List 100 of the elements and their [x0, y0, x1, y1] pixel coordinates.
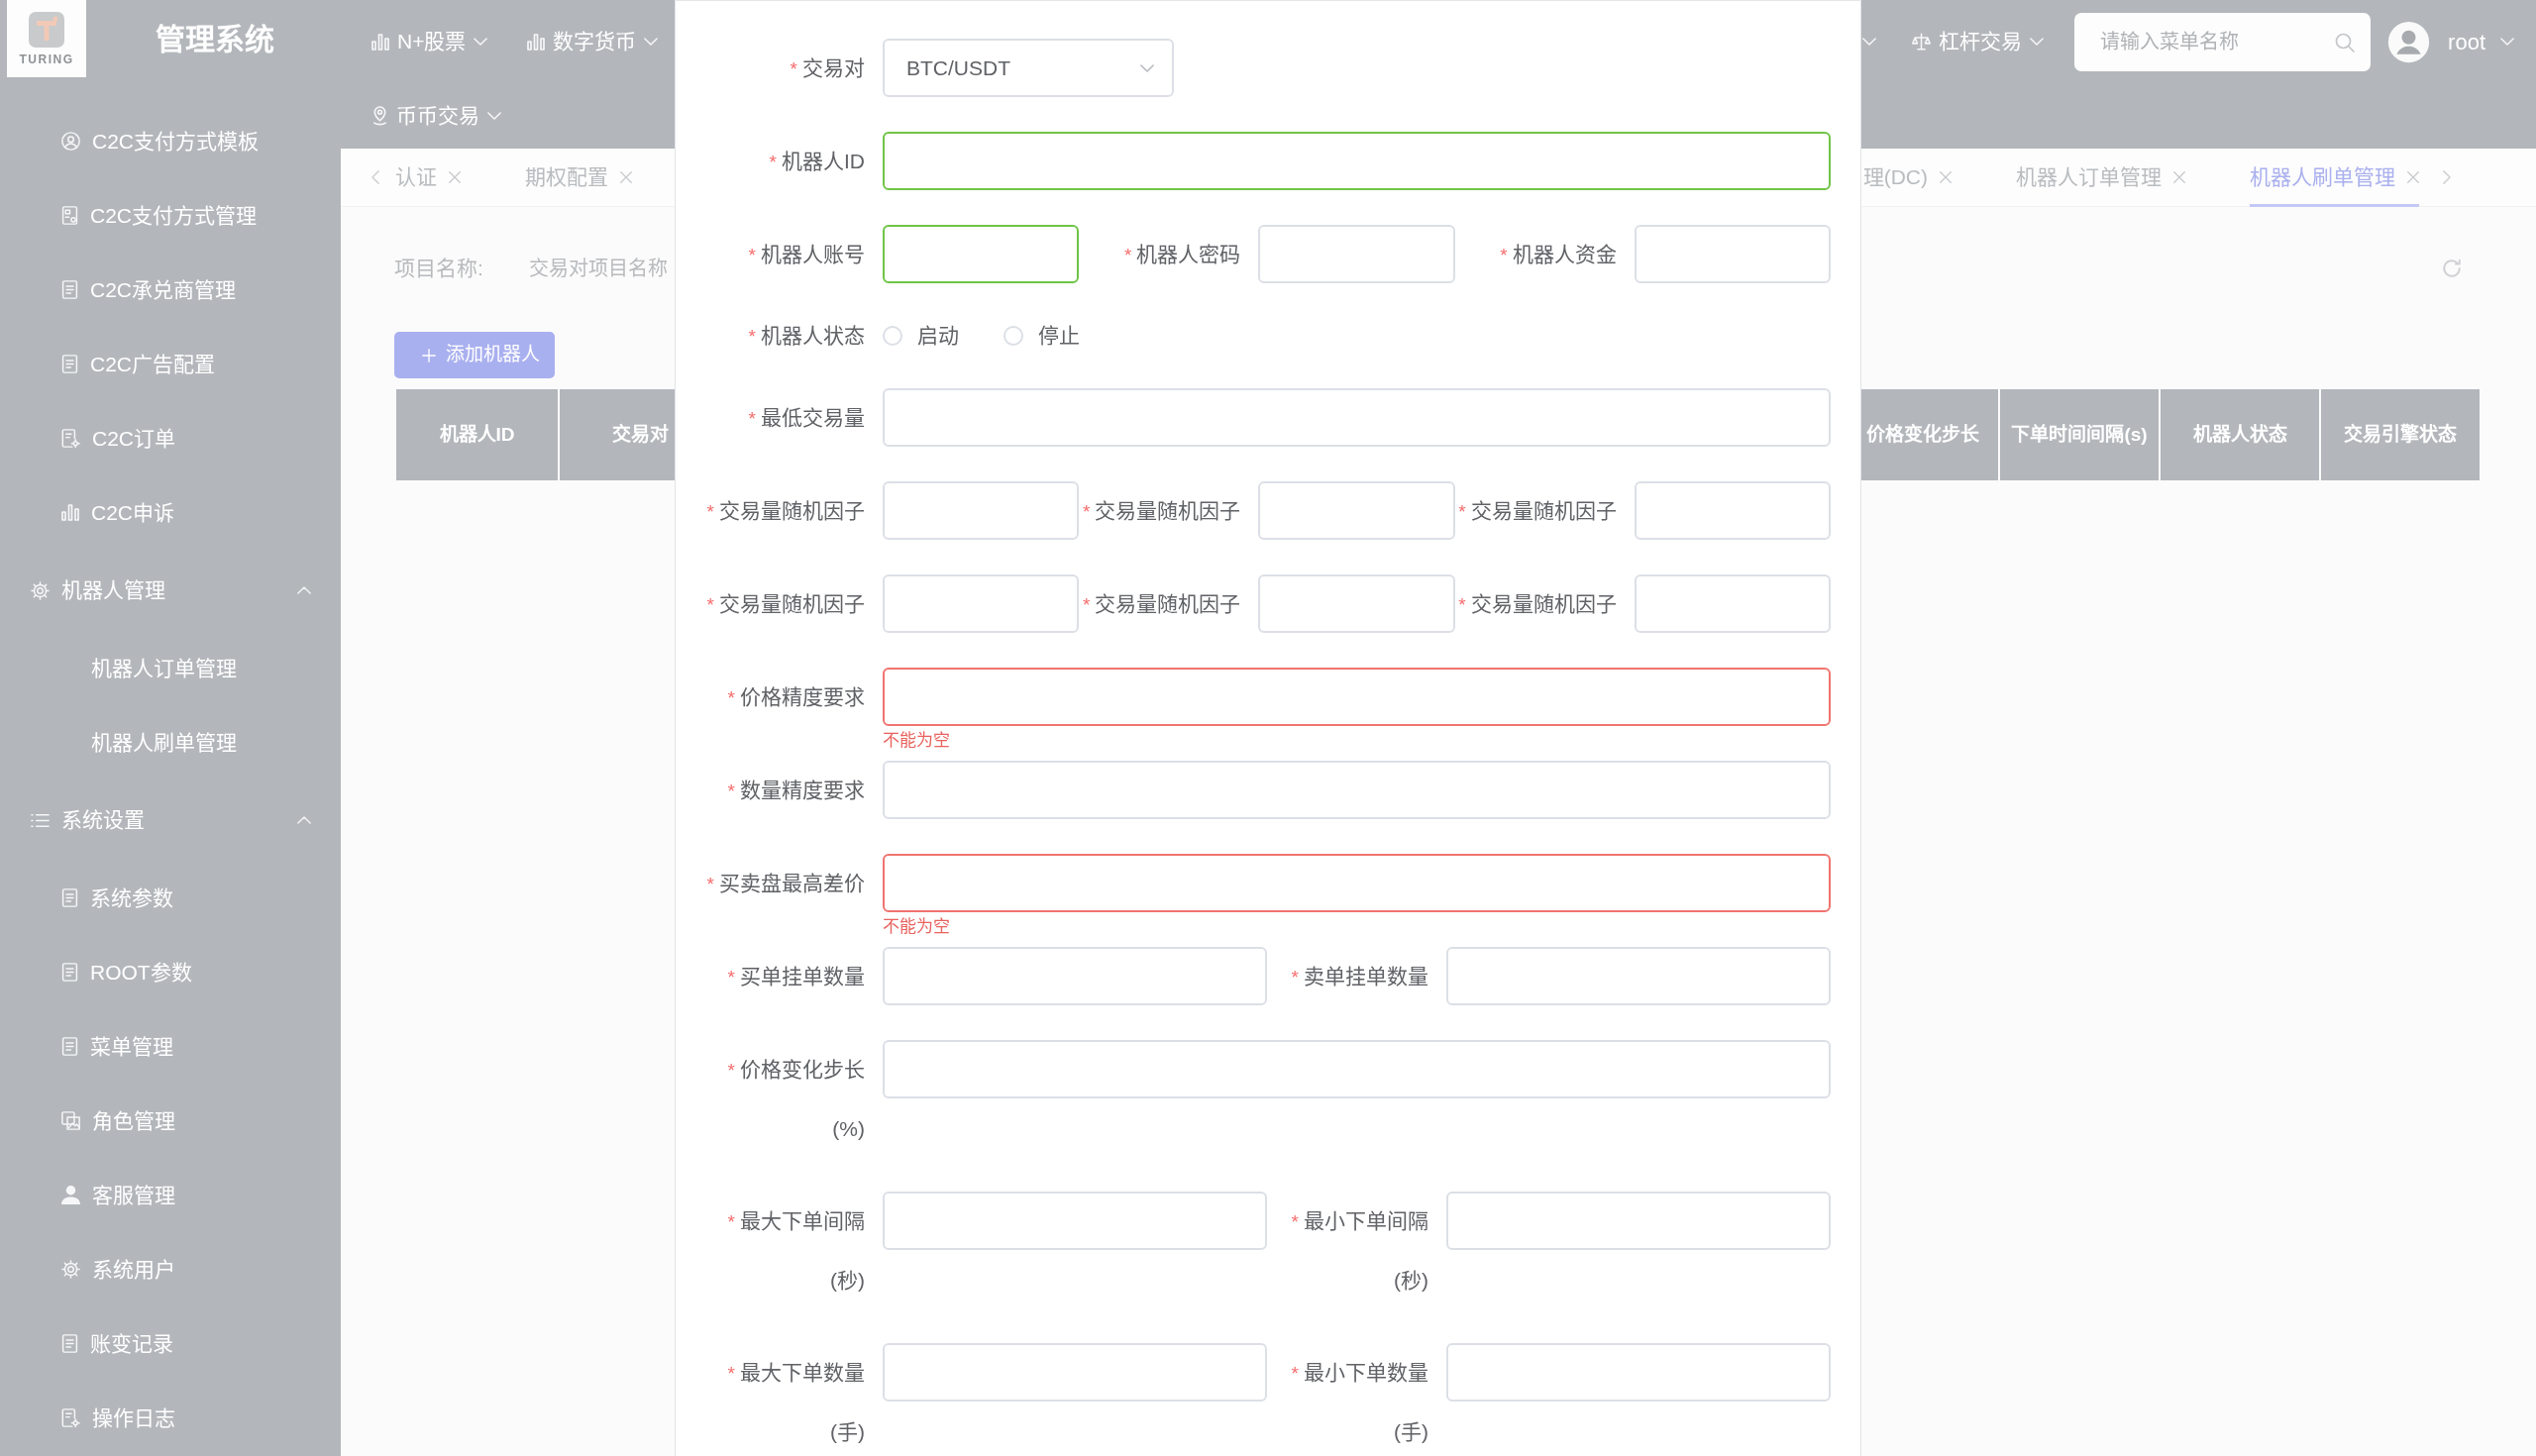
- column-header: 价格变化步长: [1860, 389, 1998, 480]
- chevron-up-icon: [297, 586, 311, 594]
- scale-icon: [1912, 32, 1932, 52]
- plus-icon: [422, 348, 436, 363]
- sidebar-item[interactable]: C2C订单: [0, 401, 341, 475]
- column-header: 机器人ID: [396, 389, 558, 480]
- field-label: * 交易对: [789, 55, 866, 81]
- error-message: 不能为空: [883, 730, 951, 752]
- gear-icon: [31, 580, 50, 600]
- field-label: * 价格变化步长 (%): [726, 1057, 866, 1142]
- column-header: 交易引擎状态: [2321, 389, 2480, 480]
- filter-input[interactable]: 交易对项目名称: [515, 253, 676, 284]
- search-field[interactable]: 请输入菜单名称: [2074, 12, 2372, 71]
- column-header: 下单时间间隔(s): [2000, 389, 2159, 480]
- field-label: * 数量精度要求: [726, 778, 866, 803]
- caret-icon: [2500, 38, 2514, 46]
- sidebar-item[interactable]: C2C广告配置: [0, 327, 341, 401]
- app-title: 管理系统: [156, 21, 274, 57]
- field-label: * 最低交易量: [747, 405, 866, 431]
- field-label: * 交易量随机因子: [1457, 498, 1618, 524]
- radio-option[interactable]: 停止: [1004, 320, 1080, 352]
- close-icon[interactable]: [2407, 171, 2419, 183]
- bar-chart-icon: [527, 33, 546, 51]
- close-icon[interactable]: [1940, 171, 1952, 183]
- text-field[interactable]: [883, 668, 1831, 726]
- chevron-left-icon[interactable]: [371, 170, 379, 184]
- text-field[interactable]: [883, 225, 1080, 283]
- logo-icon: [29, 12, 64, 48]
- sidebar-group[interactable]: 机器人管理: [0, 550, 341, 631]
- gear-icon: [61, 1260, 80, 1279]
- close-icon[interactable]: [449, 171, 461, 183]
- field-label: * 最小下单数量 (手): [1290, 1360, 1429, 1445]
- select-field[interactable]: BTC/USDT: [883, 39, 1174, 97]
- list-icon: [31, 812, 50, 828]
- caret-icon: [1140, 63, 1154, 72]
- field-label: * 机器人密码: [1122, 242, 1242, 267]
- sidebar-item[interactable]: ROOT参数: [0, 935, 341, 1009]
- tab[interactable]: 机器人刷单管理: [2250, 148, 2419, 207]
- document-icon: [61, 963, 78, 982]
- document-icon: [61, 280, 78, 299]
- caret-icon[interactable]: [1862, 38, 1877, 46]
- radio-option[interactable]: 启动: [883, 320, 959, 352]
- sidebar-group[interactable]: 系统设置: [0, 780, 341, 861]
- text-field[interactable]: [883, 854, 1831, 912]
- document-gear-icon: [61, 429, 80, 448]
- menu-item[interactable]: 数字货币: [527, 26, 659, 57]
- field-label: * 最小下单间隔 (秒): [1290, 1208, 1429, 1294]
- menu-item[interactable]: N+股票: [371, 26, 488, 57]
- field-label: * 交易量随机因子: [1081, 498, 1242, 524]
- tab[interactable]: 机器人订单管理: [2016, 148, 2185, 207]
- bar-chart-icon: [371, 33, 389, 51]
- field-label: * 卖单挂单数量: [1290, 964, 1429, 989]
- text-field[interactable]: [883, 132, 1831, 190]
- radio-icon[interactable]: [1004, 326, 1023, 346]
- menu-item[interactable]: 币币交易: [371, 100, 501, 132]
- document-icon: [61, 1037, 78, 1056]
- sidebar-item[interactable]: C2C支付方式模板: [0, 104, 341, 178]
- sidebar-item[interactable]: C2C承兑商管理: [0, 253, 341, 327]
- sidebar-item[interactable]: 菜单管理: [0, 1009, 341, 1084]
- close-icon[interactable]: [2173, 171, 2185, 183]
- field-label: * 买卖盘最高差价: [705, 871, 866, 896]
- person-icon: [61, 1186, 80, 1204]
- document-icon: [61, 888, 78, 907]
- sidebar-item[interactable]: C2C支付方式管理: [0, 178, 341, 253]
- logo-text: TURING: [19, 53, 74, 65]
- sidebar-item[interactable]: 账变记录: [0, 1306, 341, 1381]
- field-label: * 交易量随机因子: [705, 591, 866, 617]
- sidebar-item[interactable]: C2C申诉: [0, 475, 341, 550]
- menu-item[interactable]: 杠杆交易: [1912, 26, 2045, 57]
- user-icon: [61, 132, 80, 151]
- field-label: * 价格精度要求: [726, 684, 866, 710]
- close-icon[interactable]: [620, 171, 632, 183]
- add-robot-button[interactable]: 添加机器人: [394, 332, 555, 378]
- tab[interactable]: 认证: [395, 148, 461, 207]
- field-label: * 交易量随机因子: [1081, 591, 1242, 617]
- sidebar-item[interactable]: 机器人订单管理: [0, 631, 341, 705]
- sidebar-item[interactable]: 系统参数: [0, 861, 341, 935]
- tab[interactable]: 理(DC): [1862, 148, 1952, 207]
- filter-label: 项目名称:: [394, 256, 483, 282]
- sidebar-item[interactable]: 角色管理: [0, 1084, 341, 1158]
- chevron-right-icon[interactable]: [2443, 170, 2451, 184]
- sidebar-item[interactable]: 客服管理: [0, 1158, 341, 1232]
- sidebar-item[interactable]: 操作日志: [0, 1381, 341, 1455]
- avatar-icon[interactable]: [2386, 19, 2432, 64]
- refresh-icon[interactable]: [2442, 259, 2462, 278]
- field-label: * 机器人状态: [747, 323, 866, 349]
- sidebar-item[interactable]: 系统用户: [0, 1232, 341, 1306]
- radio-icon[interactable]: [883, 326, 902, 346]
- sidebar-item[interactable]: 机器人刷单管理: [0, 705, 341, 780]
- document-icon: [61, 1334, 78, 1353]
- location-pin-icon: [371, 106, 388, 126]
- search-icon[interactable]: [2335, 32, 2356, 52]
- caret-icon: [474, 38, 488, 46]
- field-label: * 交易量随机因子: [1457, 591, 1618, 617]
- field-label: * 最大下单数量 (手): [726, 1360, 866, 1445]
- bar-chart-icon: [61, 504, 79, 521]
- tab[interactable]: 期权配置: [525, 148, 632, 207]
- field-label: * 买单挂单数量: [726, 964, 866, 989]
- field-label: * 交易量随机因子: [705, 498, 866, 524]
- user-menu[interactable]: root: [2448, 25, 2514, 58]
